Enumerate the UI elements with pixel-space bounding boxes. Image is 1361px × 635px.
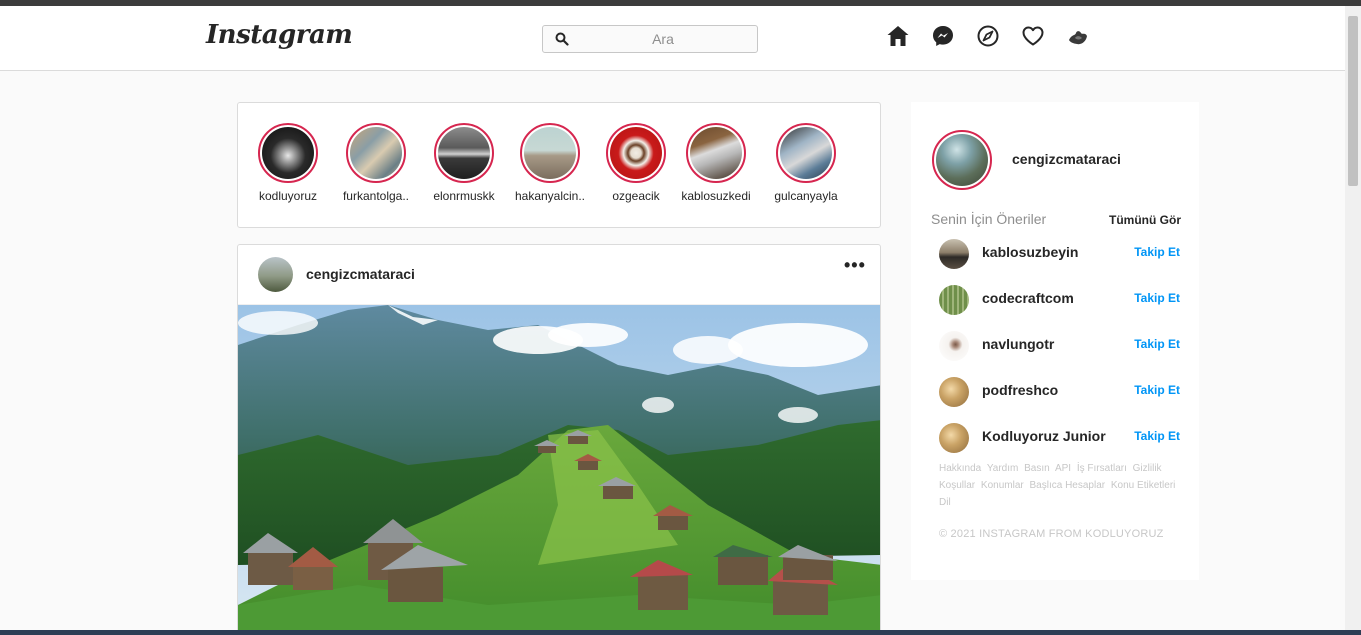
top-navbar: Instagram: [0, 6, 1345, 71]
story-ring[interactable]: [520, 123, 580, 183]
suggestion-avatar[interactable]: [939, 331, 969, 361]
follow-button[interactable]: Takip Et: [1134, 383, 1180, 397]
post-header: cengizcmataraci •••: [238, 245, 880, 305]
current-user-pic: [936, 134, 988, 186]
right-sidebar: cengizcmataraci Senin İçin Öneriler Tümü…: [911, 102, 1199, 580]
story-item[interactable]: kodluyoruz: [248, 123, 328, 203]
story-item[interactable]: furkantolga..: [336, 123, 416, 203]
follow-button[interactable]: Takip Et: [1134, 245, 1180, 259]
post-author-username[interactable]: cengizcmataraci: [306, 266, 415, 282]
home-icon[interactable]: [886, 23, 931, 49]
os-taskbar: [0, 630, 1361, 635]
story-username[interactable]: kablosuzkedi: [676, 189, 756, 203]
heart-icon[interactable]: [1021, 23, 1066, 49]
post-author-avatar[interactable]: [258, 257, 293, 292]
story-avatar: [780, 127, 832, 179]
more-options-icon[interactable]: •••: [844, 255, 866, 276]
story-avatar: [690, 127, 742, 179]
suggestion-username[interactable]: navlungotr: [982, 336, 1054, 352]
story-ring[interactable]: [434, 123, 494, 183]
story-ring[interactable]: [258, 123, 318, 183]
story-username[interactable]: ozgeacik: [596, 189, 676, 203]
story-item[interactable]: hakanyalcin..: [510, 123, 590, 203]
footer-link[interactable]: Yardım: [987, 463, 1019, 474]
current-user-avatar[interactable]: [932, 130, 992, 190]
see-all-link[interactable]: Tümünü Gör: [1109, 213, 1181, 227]
suggestion-username[interactable]: Kodluyoruz Junior: [982, 428, 1106, 444]
story-ring[interactable]: [776, 123, 836, 183]
search-icon: [555, 32, 569, 46]
explore-compass-icon[interactable]: [976, 23, 1021, 49]
search-input[interactable]: [573, 29, 753, 49]
current-user-username[interactable]: cengizcmataraci: [1012, 151, 1121, 167]
footer-link[interactable]: Konu Etiketleri: [1111, 480, 1175, 491]
story-username[interactable]: gulcanyayla: [766, 189, 846, 203]
footer-link[interactable]: İş Fırsatları: [1077, 463, 1127, 474]
suggestion-row: podfreshco Takip Et: [939, 377, 1184, 407]
profile-avatar-icon[interactable]: [1066, 23, 1111, 49]
suggestion-username[interactable]: kablosuzbeyin: [982, 244, 1078, 260]
follow-button[interactable]: Takip Et: [1134, 291, 1180, 305]
suggestion-row: navlungotr Takip Et: [939, 331, 1184, 361]
story-avatar: [262, 127, 314, 179]
instagram-logo[interactable]: Instagram: [206, 20, 353, 50]
post-image[interactable]: [238, 305, 881, 635]
follow-button[interactable]: Takip Et: [1134, 429, 1180, 443]
story-avatar: [610, 127, 662, 179]
story-username[interactable]: kodluyoruz: [248, 189, 328, 203]
search-box[interactable]: [542, 25, 758, 53]
story-item[interactable]: gulcanyayla: [766, 123, 846, 203]
footer-link[interactable]: Dil: [939, 497, 951, 508]
suggestion-username[interactable]: codecraftcom: [982, 290, 1074, 306]
suggestion-avatar[interactable]: [939, 377, 969, 407]
footer-link[interactable]: API: [1055, 463, 1071, 474]
footer-link[interactable]: Gizlilik: [1133, 463, 1162, 474]
stories-bar: kodluyoruz furkantolga.. elonrmuskk haka…: [237, 102, 881, 228]
footer-link[interactable]: Koşullar: [939, 480, 975, 491]
feed-post: cengizcmataraci •••: [237, 244, 881, 635]
story-username[interactable]: elonrmuskk: [424, 189, 504, 203]
footer-links: Hakkında Yardım Basın API İş Fırsatları …: [939, 460, 1179, 511]
footer-link[interactable]: Konumlar: [981, 480, 1024, 491]
story-username[interactable]: furkantolga..: [336, 189, 416, 203]
suggestion-avatar[interactable]: [939, 423, 969, 453]
suggestion-avatar[interactable]: [939, 285, 969, 315]
story-item[interactable]: kablosuzkedi: [676, 123, 756, 203]
suggestion-avatar[interactable]: [939, 239, 969, 269]
story-ring[interactable]: [346, 123, 406, 183]
story-ring[interactable]: [686, 123, 746, 183]
page-scrollbar[interactable]: [1345, 6, 1361, 635]
footer-link[interactable]: Hakkında: [939, 463, 981, 474]
story-username[interactable]: hakanyalcin..: [510, 189, 590, 203]
footer-link[interactable]: Basın: [1024, 463, 1050, 474]
story-item[interactable]: ozgeacik: [596, 123, 676, 203]
story-avatar: [524, 127, 576, 179]
copyright-text: © 2021 INSTAGRAM FROM KODLUYORUZ: [939, 528, 1164, 540]
suggestion-row: codecraftcom Takip Et: [939, 285, 1184, 315]
suggestion-username[interactable]: podfreshco: [982, 382, 1058, 398]
suggestion-row: Kodluyoruz Junior Takip Et: [939, 423, 1184, 453]
suggestion-row: kablosuzbeyin Takip Et: [939, 239, 1184, 269]
story-ring[interactable]: [606, 123, 666, 183]
story-avatar: [438, 127, 490, 179]
messenger-icon[interactable]: [931, 23, 976, 49]
suggestions-title: Senin İçin Öneriler: [931, 211, 1047, 227]
story-avatar: [350, 127, 402, 179]
story-item[interactable]: elonrmuskk: [424, 123, 504, 203]
scrollbar-thumb[interactable]: [1348, 16, 1358, 186]
footer-link[interactable]: Başlıca Hesaplar: [1030, 480, 1106, 491]
nav-icons: [886, 23, 1111, 49]
follow-button[interactable]: Takip Et: [1134, 337, 1180, 351]
